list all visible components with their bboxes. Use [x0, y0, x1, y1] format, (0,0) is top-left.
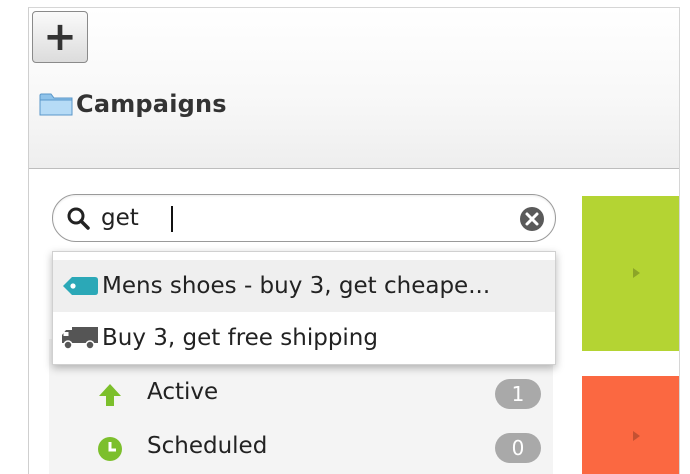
- status-count-badge: 1: [495, 379, 541, 409]
- clock-icon: [98, 437, 122, 461]
- campaign-card-green[interactable]: [582, 196, 679, 351]
- truck-icon: [62, 327, 98, 350]
- suggestion-label: Mens shoes - buy 3, get cheape...: [102, 273, 491, 299]
- status-row-scheduled[interactable]: Scheduled 0: [49, 421, 553, 474]
- expand-arrow-icon: [633, 431, 640, 441]
- search-suggestions: Mens shoes - buy 3, get cheape... Buy 3,…: [52, 251, 556, 365]
- campaign-window: + Campaigns Active 1 Scheduled 0 get Men…: [28, 7, 680, 474]
- expand-arrow-icon: [633, 268, 640, 278]
- header: + Campaigns: [29, 8, 679, 169]
- suggestion-item[interactable]: Buy 3, get free shipping: [53, 312, 555, 364]
- suggestion-item[interactable]: Mens shoes - buy 3, get cheape...: [53, 260, 555, 312]
- add-button[interactable]: +: [32, 11, 88, 63]
- folder-icon: [39, 93, 73, 116]
- arrow-up-icon: [99, 384, 121, 406]
- status-row-active[interactable]: Active 1: [49, 367, 553, 421]
- search-icon: [67, 207, 90, 230]
- status-label: Active: [147, 379, 219, 405]
- status-label: Scheduled: [147, 433, 268, 459]
- clear-icon[interactable]: [519, 206, 545, 232]
- status-count-badge: 0: [495, 433, 541, 463]
- search-input[interactable]: [101, 199, 501, 237]
- text-caret: [171, 206, 173, 232]
- suggestion-label: Buy 3, get free shipping: [102, 325, 378, 351]
- search-box[interactable]: [52, 194, 556, 242]
- campaign-card-orange[interactable]: [582, 376, 679, 474]
- tag-icon: [63, 277, 98, 295]
- page-title: Campaigns: [76, 90, 227, 118]
- folder-title-row: Campaigns: [39, 87, 227, 121]
